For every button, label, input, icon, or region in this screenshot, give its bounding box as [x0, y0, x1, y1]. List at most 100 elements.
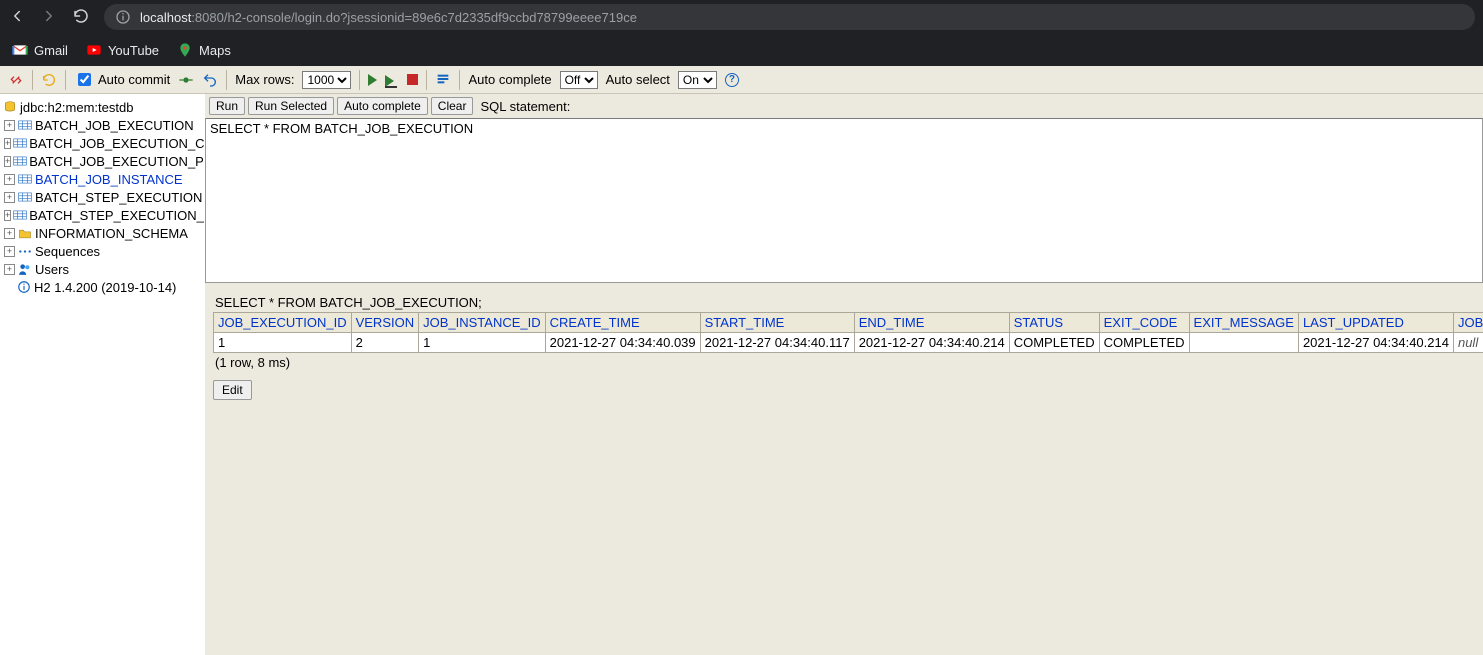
- reload-icon[interactable]: [72, 7, 90, 28]
- separator: [426, 70, 427, 90]
- table-cell: COMPLETED: [1099, 333, 1189, 353]
- column-header-link[interactable]: JOB_EXECUTION_ID: [218, 315, 347, 330]
- result-area: SELECT * FROM BATCH_JOB_EXECUTION; JOB_E…: [205, 291, 1483, 408]
- site-info-icon[interactable]: [114, 9, 132, 25]
- column-header[interactable]: EXIT_CODE: [1099, 313, 1189, 333]
- result-table: JOB_EXECUTION_ID VERSION JOB_INSTANCE_ID CR…: [213, 312, 1483, 353]
- table-cell: 2021-12-27 04:34:40.039: [545, 333, 700, 353]
- youtube-icon: [86, 42, 102, 58]
- table-cell: 2: [351, 333, 419, 353]
- sidebar-item-info-schema[interactable]: + INFORMATION_SCHEMA: [0, 224, 205, 242]
- sql-editor[interactable]: [205, 118, 1483, 283]
- db-node[interactable]: jdbc:h2:mem:testdb: [0, 98, 205, 116]
- run-button[interactable]: Run: [209, 97, 245, 115]
- sidebar-item-version[interactable]: H2 1.4.200 (2019-10-14): [0, 278, 205, 296]
- sequences-icon: [17, 246, 33, 257]
- clear-button[interactable]: Clear: [431, 97, 474, 115]
- stop-icon[interactable]: [407, 74, 418, 85]
- sql-textarea[interactable]: [206, 119, 1482, 282]
- table-cell: [1189, 333, 1298, 353]
- separator: [65, 70, 66, 90]
- table-cell: COMPLETED: [1009, 333, 1099, 353]
- gmail-icon: [12, 42, 28, 58]
- sidebar-label: BATCH_STEP_EXECUTION_: [27, 208, 204, 223]
- bookmark-gmail[interactable]: Gmail: [12, 42, 68, 58]
- sidebar-label: Sequences: [33, 244, 100, 259]
- column-header[interactable]: LAST_UPDATED: [1298, 313, 1453, 333]
- users-icon: [17, 263, 33, 275]
- sidebar-label: Users: [33, 262, 69, 277]
- sidebar-item-sequences[interactable]: + Sequences: [0, 242, 205, 260]
- expand-icon[interactable]: +: [4, 246, 15, 257]
- column-header-link[interactable]: JOB_CONFIGURATION: [1458, 315, 1483, 330]
- auto-complete-button[interactable]: Auto complete: [337, 97, 428, 115]
- expand-icon[interactable]: +: [4, 120, 15, 131]
- expand-icon[interactable]: +: [4, 228, 15, 239]
- column-header[interactable]: JOB_INSTANCE_ID: [419, 313, 546, 333]
- result-echo-sql: SELECT * FROM BATCH_JOB_EXECUTION;: [215, 295, 1475, 310]
- column-header[interactable]: CREATE_TIME: [545, 313, 700, 333]
- column-header-link[interactable]: JOB_INSTANCE_ID: [423, 315, 541, 330]
- column-header-link[interactable]: VERSION: [356, 315, 415, 330]
- refresh-icon[interactable]: [41, 72, 57, 88]
- table-row: 1212021-12-27 04:34:40.0392021-12-27 04:…: [214, 333, 1483, 353]
- auto-complete-label: Auto complete: [468, 72, 551, 87]
- disconnect-icon[interactable]: [8, 72, 24, 88]
- auto-commit-checkbox[interactable]: Auto commit: [74, 70, 170, 89]
- separator: [359, 70, 360, 90]
- sidebar-item-table[interactable]: +BATCH_JOB_INSTANCE: [0, 170, 205, 188]
- column-header-link[interactable]: STATUS: [1014, 315, 1063, 330]
- history-icon[interactable]: [435, 72, 451, 88]
- max-rows-select[interactable]: 1000: [302, 71, 351, 89]
- expand-icon[interactable]: +: [4, 210, 11, 221]
- column-header-link[interactable]: CREATE_TIME: [550, 315, 640, 330]
- expand-icon[interactable]: +: [4, 156, 11, 167]
- run-selected-icon[interactable]: [385, 73, 399, 87]
- max-rows-label: Max rows:: [235, 72, 294, 87]
- expand-icon[interactable]: +: [4, 138, 11, 149]
- table-icon: [17, 120, 33, 130]
- column-header[interactable]: STATUS: [1009, 313, 1099, 333]
- sidebar-item-table[interactable]: + BATCH_STEP_EXECUTION_: [0, 206, 205, 224]
- column-header[interactable]: JOB_CONFIGURATION: [1453, 313, 1483, 333]
- expand-icon[interactable]: +: [4, 174, 15, 185]
- expand-icon[interactable]: +: [4, 264, 15, 275]
- help-icon[interactable]: ?: [725, 73, 739, 87]
- sidebar-item-users[interactable]: + Users: [0, 260, 205, 278]
- back-icon[interactable]: [8, 7, 26, 28]
- sidebar-item-table[interactable]: +BATCH_JOB_EXECUTION_C: [0, 134, 205, 152]
- bookmark-maps[interactable]: Maps: [177, 42, 231, 58]
- column-header-link[interactable]: LAST_UPDATED: [1303, 315, 1404, 330]
- column-header[interactable]: JOB_EXECUTION_ID: [214, 313, 352, 333]
- bookmark-label: Maps: [199, 43, 231, 58]
- column-header[interactable]: END_TIME: [854, 313, 1009, 333]
- auto-complete-select[interactable]: Off: [560, 71, 598, 89]
- sidebar-label: H2 1.4.200 (2019-10-14): [32, 280, 176, 295]
- table-icon: [17, 174, 33, 184]
- folder-icon: [17, 228, 33, 239]
- column-header[interactable]: EXIT_MESSAGE: [1189, 313, 1298, 333]
- auto-select-select[interactable]: On: [678, 71, 717, 89]
- column-header-link[interactable]: START_TIME: [705, 315, 785, 330]
- forward-icon[interactable]: [40, 7, 58, 28]
- column-header-link[interactable]: EXIT_MESSAGE: [1194, 315, 1294, 330]
- url-bar[interactable]: localhost:8080/h2-console/login.do?jsess…: [104, 4, 1475, 30]
- column-header[interactable]: START_TIME: [700, 313, 854, 333]
- rollback-icon[interactable]: [202, 72, 218, 88]
- run-icon[interactable]: [368, 74, 377, 86]
- db-url: jdbc:h2:mem:testdb: [18, 100, 133, 115]
- bookmark-youtube[interactable]: YouTube: [86, 42, 159, 58]
- sidebar-item-table[interactable]: +BATCH_JOB_EXECUTION: [0, 116, 205, 134]
- run-selected-button[interactable]: Run Selected: [248, 97, 334, 115]
- bookmark-label: YouTube: [108, 43, 159, 58]
- column-header-link[interactable]: EXIT_CODE: [1104, 315, 1178, 330]
- table-icon: [13, 138, 27, 148]
- sidebar-item-table[interactable]: +BATCH_JOB_EXECUTION_P: [0, 152, 205, 170]
- sidebar-item-table[interactable]: +BATCH_STEP_EXECUTION: [0, 188, 205, 206]
- column-header-link[interactable]: END_TIME: [859, 315, 925, 330]
- edit-button[interactable]: Edit: [213, 380, 252, 400]
- sidebar: jdbc:h2:mem:testdb +BATCH_JOB_EXECUTION+…: [0, 94, 205, 655]
- expand-icon[interactable]: +: [4, 192, 15, 203]
- commit-icon[interactable]: [178, 72, 194, 88]
- column-header[interactable]: VERSION: [351, 313, 419, 333]
